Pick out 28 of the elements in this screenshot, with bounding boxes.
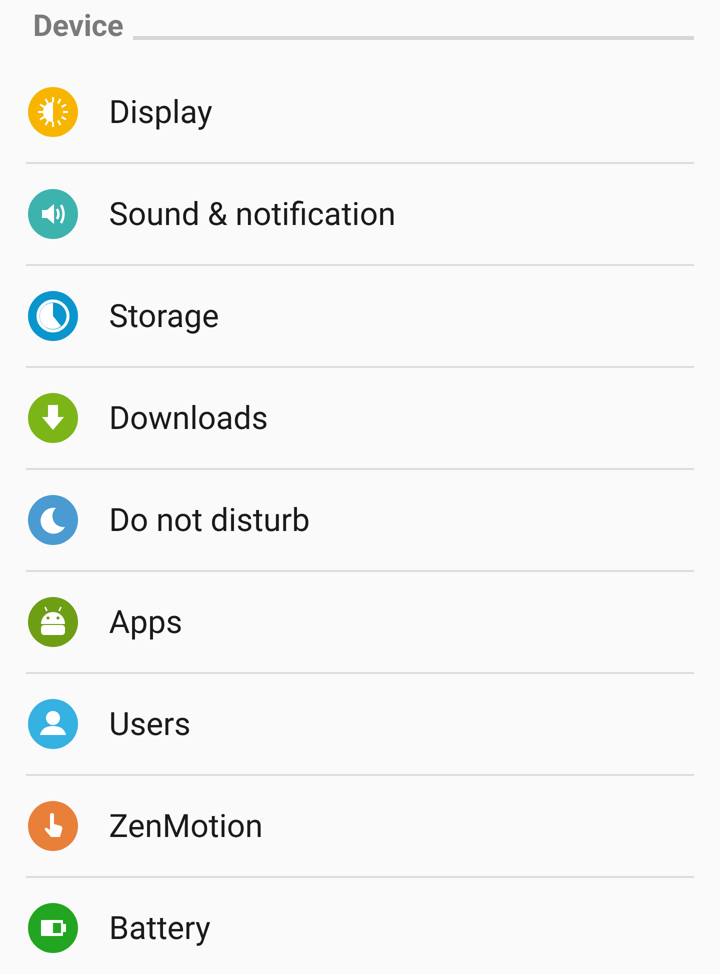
person-icon — [28, 699, 78, 749]
moon-icon — [28, 495, 78, 545]
robot-icon — [28, 597, 78, 647]
item-label: Do not disturb — [109, 500, 310, 541]
item-label: Sound & notification — [109, 194, 396, 235]
settings-item[interactable]: Storage — [26, 266, 694, 368]
hand-icon — [28, 801, 78, 851]
download-icon — [28, 393, 78, 443]
settings-item[interactable]: Apps — [26, 572, 694, 674]
item-label: Battery — [109, 908, 211, 949]
item-label: Display — [109, 92, 212, 133]
settings-item[interactable]: Downloads — [26, 368, 694, 470]
speaker-icon — [28, 189, 78, 239]
item-label: Storage — [109, 296, 219, 337]
item-label: ZenMotion — [109, 806, 263, 847]
settings-item[interactable]: Sound & notification — [26, 164, 694, 266]
section-title: Device — [33, 12, 124, 46]
sun-icon — [28, 87, 78, 137]
settings-item[interactable]: Display — [26, 62, 694, 164]
pie-icon — [28, 291, 78, 341]
battery-icon — [28, 903, 78, 953]
settings-item[interactable]: Do not disturb — [26, 470, 694, 572]
item-label: Users — [109, 704, 191, 745]
settings-item[interactable]: Battery — [26, 878, 694, 974]
item-label: Downloads — [109, 398, 268, 439]
settings-item[interactable]: ZenMotion — [26, 776, 694, 878]
settings-item[interactable]: Users — [26, 674, 694, 776]
item-label: Apps — [109, 602, 182, 643]
